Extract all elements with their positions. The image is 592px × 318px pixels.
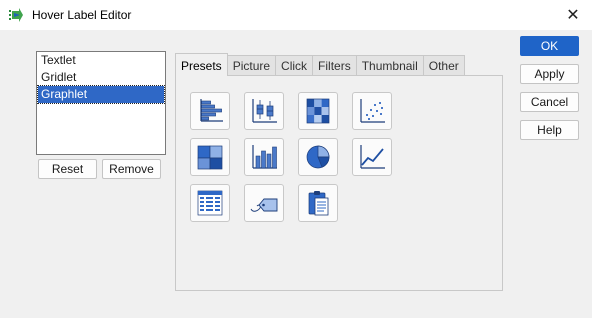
window-title: Hover Label Editor: [32, 8, 132, 22]
box-plot-icon: [252, 99, 277, 123]
reset-button[interactable]: Reset: [38, 159, 97, 179]
treemap-preset[interactable]: [190, 138, 230, 176]
line-chart-icon: [360, 145, 385, 169]
close-button[interactable]: ✕: [554, 0, 592, 30]
title-bar: Hover Label Editor ✕: [0, 0, 592, 30]
list-item-gridlet[interactable]: Gridlet: [38, 69, 164, 86]
heatmap-icon: [306, 98, 330, 124]
data-table-icon: [197, 190, 223, 216]
ok-button[interactable]: OK: [520, 36, 579, 56]
apply-button[interactable]: Apply: [520, 64, 579, 84]
pie-chart-icon: [306, 145, 330, 169]
tab-strip: Presets Picture Click Filters Thumbnail …: [175, 53, 465, 76]
tab-click[interactable]: Click: [275, 55, 314, 76]
bar-chart-preset[interactable]: [244, 138, 284, 176]
tab-other[interactable]: Other: [422, 55, 465, 76]
presets-panel: [175, 75, 503, 291]
tab-thumbnail[interactable]: Thumbnail: [355, 55, 424, 76]
box-plot-preset[interactable]: [244, 92, 284, 130]
list-item-textlet[interactable]: Textlet: [38, 52, 164, 69]
scatter-plot-preset[interactable]: [352, 92, 392, 130]
cancel-button[interactable]: Cancel: [520, 92, 579, 112]
bar-chart-icon: [252, 145, 277, 169]
remove-button[interactable]: Remove: [102, 159, 161, 179]
line-chart-preset[interactable]: [352, 138, 392, 176]
pie-chart-preset[interactable]: [298, 138, 338, 176]
scatter-plot-icon: [360, 99, 385, 123]
heatmap-preset[interactable]: [298, 92, 338, 130]
label-tag-preset[interactable]: [244, 184, 284, 222]
label-tag-icon: [250, 198, 278, 212]
horizontal-bar-chart-icon: [200, 99, 223, 122]
clipboard-icon: [308, 191, 329, 216]
tab-picture[interactable]: Picture: [226, 55, 277, 76]
close-icon: ✕: [566, 7, 580, 24]
list-item-graphlet[interactable]: Graphlet: [37, 85, 165, 104]
tab-presets[interactable]: Presets: [175, 53, 228, 76]
clipboard-preset[interactable]: [298, 184, 338, 222]
jmp-arrow-icon: [9, 8, 23, 22]
horizontal-bar-chart-preset[interactable]: [190, 92, 230, 130]
data-table-preset[interactable]: [190, 184, 230, 222]
help-button[interactable]: Help: [520, 120, 579, 140]
hover-label-list[interactable]: Textlet Gridlet Graphlet: [36, 51, 166, 155]
treemap-icon: [197, 145, 223, 170]
tab-filters[interactable]: Filters: [312, 55, 357, 76]
